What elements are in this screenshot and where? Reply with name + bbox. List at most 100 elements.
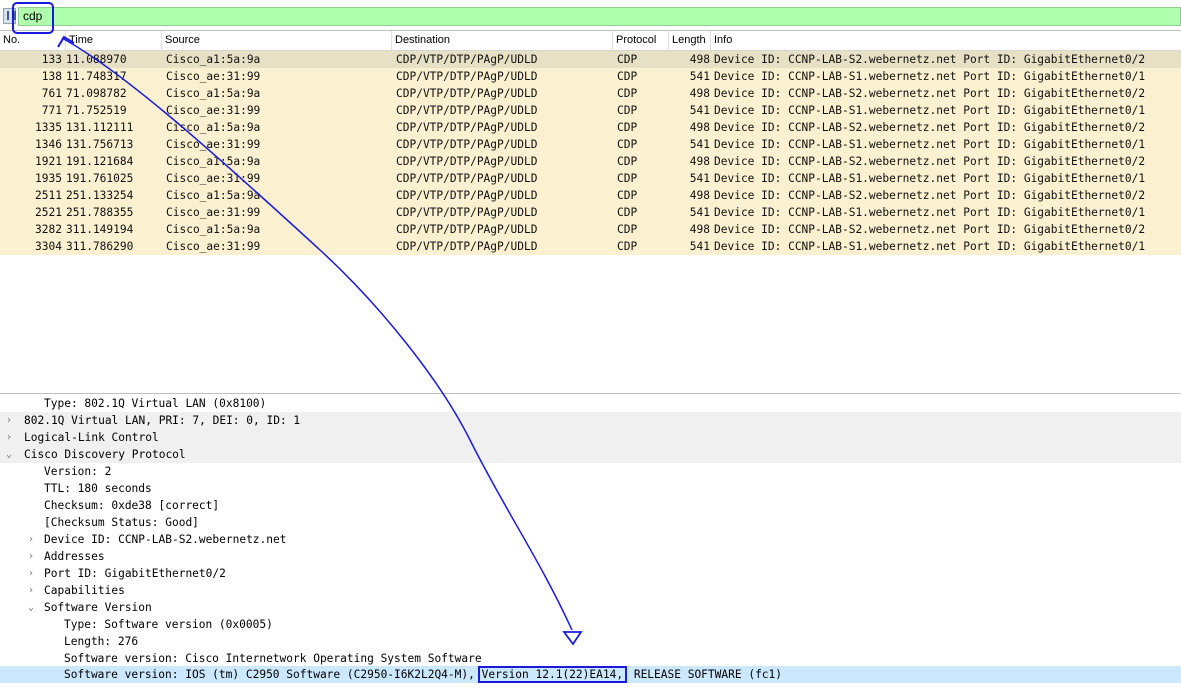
column-header-info[interactable]: Info — [711, 31, 1181, 50]
packet-time: 251.133254 — [66, 189, 134, 202]
column-header-no[interactable]: No. — [0, 31, 66, 50]
detail-text: Capabilities — [44, 584, 125, 597]
packet-time: 191.121684 — [66, 155, 134, 168]
detail-row-software-version-selected[interactable]: Software version: IOS (tm) C2950 Softwar… — [0, 666, 1181, 683]
packet-no: 1335 — [35, 121, 62, 134]
packet-no: 761 — [41, 87, 62, 100]
packet-row[interactable]: 133 11.088970 Cisco_a1:5a:9a CDP/VTP/DTP/PA… — [0, 51, 1181, 68]
packet-destination: CDP/VTP/DTP/PAgP/UDLD — [396, 70, 538, 83]
column-header-destination[interactable]: Destination — [392, 31, 613, 50]
detail-row[interactable]: › 802.1Q Virtual LAN, PRI: 7, DEI: 0, ID:… — [0, 412, 1181, 429]
detail-row[interactable]: › Port ID: GigabitEthernet0/2 — [0, 565, 1181, 582]
detail-text: Software version: Cisco Internetwork Ope… — [64, 652, 482, 665]
expand-arrow-icon[interactable]: › — [26, 531, 36, 548]
detail-row[interactable]: › Logical-Link Control — [0, 429, 1181, 446]
detail-text: RELEASE SOFTWARE (fc1) — [633, 668, 783, 681]
column-header-time[interactable]: Time — [66, 31, 162, 50]
packet-protocol: CDP — [617, 206, 638, 219]
packet-row[interactable]: 138 11.748317 Cisco_ae:31:99 CDP/VTP/DTP/PA… — [0, 68, 1181, 85]
packet-no: 2511 — [35, 189, 62, 202]
expand-arrow-icon[interactable]: › — [26, 548, 36, 565]
display-filter-input[interactable]: cdp — [18, 7, 1181, 26]
column-header-length[interactable]: Length — [669, 31, 711, 50]
packet-source: Cisco_a1:5a:9a — [166, 189, 261, 202]
detail-row[interactable]: Length: 276 — [0, 633, 1181, 650]
packet-row[interactable]: 3282 311.149194 Cisco_a1:5a:9a CDP/VTP/DTP/… — [0, 221, 1181, 238]
packet-destination: CDP/VTP/DTP/PAgP/UDLD — [396, 189, 538, 202]
detail-text: Type: Software version (0x0005) — [64, 618, 273, 631]
bookmark-icon[interactable] — [3, 8, 16, 24]
packet-destination: CDP/VTP/DTP/PAgP/UDLD — [396, 206, 538, 219]
packet-time: 11.088970 — [66, 53, 127, 66]
packet-source: Cisco_ae:31:99 — [166, 206, 261, 219]
packet-row[interactable]: 761 71.098782 Cisco_a1:5a:9a CDP/VTP/DTP/PA… — [0, 85, 1181, 102]
detail-row[interactable]: Checksum: 0xde38 [correct] — [0, 497, 1181, 514]
detail-row[interactable]: ⌄ Cisco Discovery Protocol — [0, 446, 1181, 463]
packet-source: Cisco_ae:31:99 — [166, 172, 261, 185]
packet-protocol: CDP — [617, 155, 638, 168]
packet-row[interactable]: 2511 251.133254 Cisco_a1:5a:9a CDP/VTP/DTP/… — [0, 187, 1181, 204]
packet-protocol: CDP — [617, 138, 638, 151]
detail-text: Logical-Link Control — [24, 431, 159, 444]
detail-row[interactable]: › Capabilities — [0, 582, 1181, 599]
detail-text: Software Version — [44, 601, 152, 614]
packet-length: 541 — [689, 240, 710, 253]
packet-destination: CDP/VTP/DTP/PAgP/UDLD — [396, 223, 538, 236]
packet-length: 541 — [689, 206, 710, 219]
column-header-source[interactable]: Source — [162, 31, 392, 50]
packet-row[interactable]: 1921 191.121684 Cisco_a1:5a:9a CDP/VTP/DTP/… — [0, 153, 1181, 170]
packet-protocol: CDP — [617, 53, 638, 66]
packet-time: 311.786290 — [66, 240, 134, 253]
packet-row[interactable]: 1935 191.761025 Cisco_ae:31:99 CDP/VTP/DTP/… — [0, 170, 1181, 187]
packet-length: 541 — [689, 138, 710, 151]
packet-row[interactable]: 1335 131.112111 Cisco_a1:5a:9a CDP/VTP/DTP/… — [0, 119, 1181, 136]
packet-info: Device ID: CCNP-LAB-S1.webernetz.net Por… — [714, 138, 1146, 151]
expand-arrow-icon[interactable]: › — [4, 412, 14, 429]
detail-text: Addresses — [44, 550, 105, 563]
detail-text: TTL: 180 seconds — [44, 482, 152, 495]
packet-time: 131.756713 — [66, 138, 134, 151]
packet-no: 771 — [41, 104, 62, 117]
collapse-arrow-icon[interactable]: ⌄ — [26, 599, 36, 616]
packet-info: Device ID: CCNP-LAB-S2.webernetz.net Por… — [714, 87, 1146, 100]
detail-row[interactable]: Version: 2 — [0, 463, 1181, 480]
expand-arrow-icon[interactable]: › — [26, 565, 36, 582]
expand-arrow-icon[interactable]: › — [4, 429, 14, 446]
packet-info: Device ID: CCNP-LAB-S1.webernetz.net Por… — [714, 240, 1146, 253]
packet-source: Cisco_a1:5a:9a — [166, 53, 261, 66]
packet-time: 131.112111 — [66, 121, 134, 134]
detail-row[interactable]: TTL: 180 seconds — [0, 480, 1181, 497]
collapse-arrow-icon[interactable]: ⌄ — [4, 446, 14, 463]
column-header-protocol[interactable]: Protocol — [613, 31, 669, 50]
packet-protocol: CDP — [617, 70, 638, 83]
packet-row[interactable]: 2521 251.788355 Cisco_ae:31:99 CDP/VTP/DTP/… — [0, 204, 1181, 221]
detail-row[interactable]: › Device ID: CCNP-LAB-S2.webernetz.net — [0, 531, 1181, 548]
packet-length: 498 — [689, 223, 710, 236]
packet-row[interactable]: 3304 311.786290 Cisco_ae:31:99 CDP/VTP/DTP/… — [0, 238, 1181, 255]
detail-text: Software version: IOS (tm) C2950 Softwar… — [64, 668, 475, 681]
expand-arrow-icon[interactable]: › — [26, 582, 36, 599]
packet-destination: CDP/VTP/DTP/PAgP/UDLD — [396, 172, 538, 185]
packet-info: Device ID: CCNP-LAB-S2.webernetz.net Por… — [714, 189, 1146, 202]
detail-row[interactable]: Type: Software version (0x0005) — [0, 616, 1181, 633]
detail-text: 802.1Q Virtual LAN, PRI: 7, DEI: 0, ID: … — [24, 414, 301, 427]
packet-protocol: CDP — [617, 87, 638, 100]
detail-row[interactable]: ⌄ Software Version — [0, 599, 1181, 616]
packet-destination: CDP/VTP/DTP/PAgP/UDLD — [396, 53, 538, 66]
detail-row[interactable]: › Addresses — [0, 548, 1181, 565]
detail-row[interactable]: Type: 802.1Q Virtual LAN (0x8100) — [0, 395, 1181, 412]
packet-time: 311.149194 — [66, 223, 134, 236]
packet-no: 3282 — [35, 223, 62, 236]
packet-row[interactable]: 771 71.752519 Cisco_ae:31:99 CDP/VTP/DTP/PA… — [0, 102, 1181, 119]
detail-text: [Checksum Status: Good] — [44, 516, 199, 529]
packet-info: Device ID: CCNP-LAB-S2.webernetz.net Por… — [714, 53, 1146, 66]
packet-row[interactable]: 1346 131.756713 Cisco_ae:31:99 CDP/VTP/DTP/… — [0, 136, 1181, 153]
version-highlight-box: Version 12.1(22)EA14, — [477, 666, 628, 683]
detail-row[interactable]: Software version: Cisco Internetwork Ope… — [0, 650, 1181, 667]
packet-destination: CDP/VTP/DTP/PAgP/UDLD — [396, 240, 538, 253]
packet-no: 133 — [41, 53, 62, 66]
detail-row[interactable]: [Checksum Status: Good] — [0, 514, 1181, 531]
packet-protocol: CDP — [617, 104, 638, 117]
packet-info: Device ID: CCNP-LAB-S1.webernetz.net Por… — [714, 206, 1146, 219]
packet-info: Device ID: CCNP-LAB-S1.webernetz.net Por… — [714, 104, 1146, 117]
